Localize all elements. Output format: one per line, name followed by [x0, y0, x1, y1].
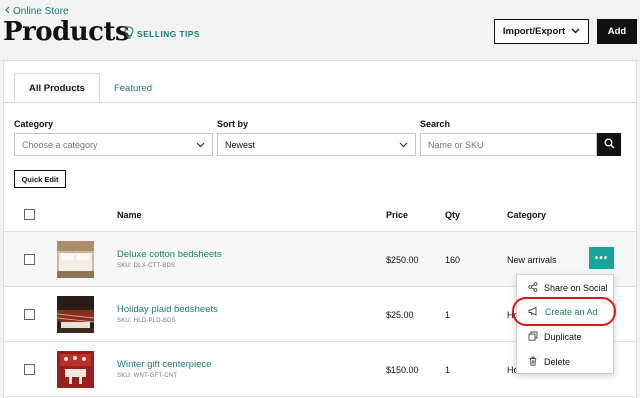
share-icon [528, 282, 538, 294]
product-qty: 1 [445, 365, 451, 375]
product-name-link[interactable]: Winter gift centerpiece [117, 359, 212, 370]
search-button[interactable] [597, 133, 621, 156]
chevron-down-icon [399, 140, 408, 150]
product-sku: SKU: DLX-CTT-BDS [117, 263, 176, 269]
back-link[interactable]: Online Store [4, 6, 69, 17]
selling-tips-label: SELLING TIPS [137, 28, 200, 39]
product-category: New arrivals [507, 255, 557, 265]
product-name-link[interactable]: Holiday plaid bedsheets [117, 304, 218, 315]
search-input-placeholder: Name or SKU [428, 139, 484, 150]
sort-select[interactable]: Newest [217, 133, 416, 156]
chevron-left-icon [4, 6, 10, 17]
tab-bar: All Products Featured [14, 73, 166, 103]
row-checkbox[interactable] [24, 364, 35, 375]
highlight-ring [512, 297, 616, 326]
product-thumbnail[interactable] [57, 351, 94, 388]
product-price: $250.00 [386, 255, 419, 265]
category-filter-label: Category [14, 119, 54, 129]
quick-edit-button[interactable]: Quick Edit [14, 170, 66, 188]
tab-all-products[interactable]: All Products [14, 73, 100, 103]
row-checkbox[interactable] [24, 309, 35, 320]
product-qty: 1 [445, 310, 451, 320]
chevron-down-icon [571, 26, 580, 37]
sort-select-value: Newest [225, 139, 256, 150]
menu-item-label: Share on Social [544, 283, 608, 293]
select-all-checkbox[interactable] [24, 209, 35, 220]
more-actions-button[interactable]: ••• [589, 247, 614, 269]
chevron-down-icon [196, 140, 205, 150]
product-name-link[interactable]: Deluxe cotton bedsheets [117, 249, 222, 260]
tab-divider [4, 102, 636, 103]
search-input[interactable]: Name or SKU [420, 133, 597, 156]
table-header: Name Price Qty Category [4, 199, 636, 232]
column-header-price[interactable]: Price [386, 210, 408, 220]
back-link-label: Online Store [13, 6, 69, 17]
selling-tips-link[interactable]: SELLING TIPS [124, 26, 200, 41]
product-price: $25.00 [386, 310, 414, 320]
top-bar: Online Store Products SELLING TIPS Impor… [0, 0, 640, 60]
category-select[interactable]: Choose a category [14, 133, 213, 156]
product-price: $150.00 [386, 365, 419, 375]
page-title: Products [3, 17, 130, 47]
product-thumbnail[interactable] [57, 241, 94, 278]
product-thumbnail[interactable] [57, 296, 94, 333]
lightbulb-icon [124, 26, 134, 41]
import-export-button[interactable]: Import/Export [494, 19, 589, 44]
import-export-label: Import/Export [502, 26, 566, 37]
product-sku: SKU: WNT-GFT-CNT [117, 373, 178, 379]
product-qty: 160 [445, 255, 461, 265]
trash-icon [528, 356, 538, 368]
menu-item-delete[interactable]: Delete [517, 350, 615, 374]
product-sku: SKU: HLD-PLD-BDS [117, 318, 176, 324]
column-header-category[interactable]: Category [507, 210, 546, 220]
search-label: Search [420, 119, 451, 129]
menu-item-label: Duplicate [544, 332, 582, 342]
tab-featured[interactable]: Featured [100, 73, 166, 103]
duplicate-icon [528, 331, 538, 343]
search-icon [604, 136, 615, 154]
add-product-button[interactable]: Add [597, 19, 637, 44]
menu-item-duplicate[interactable]: Duplicate [517, 325, 615, 349]
column-header-qty[interactable]: Qty [445, 210, 460, 220]
menu-item-label: Delete [544, 357, 571, 367]
row-checkbox[interactable] [24, 254, 35, 265]
column-header-name[interactable]: Name [117, 210, 142, 220]
category-select-placeholder: Choose a category [22, 139, 98, 150]
sort-by-label: Sort by [217, 119, 249, 129]
